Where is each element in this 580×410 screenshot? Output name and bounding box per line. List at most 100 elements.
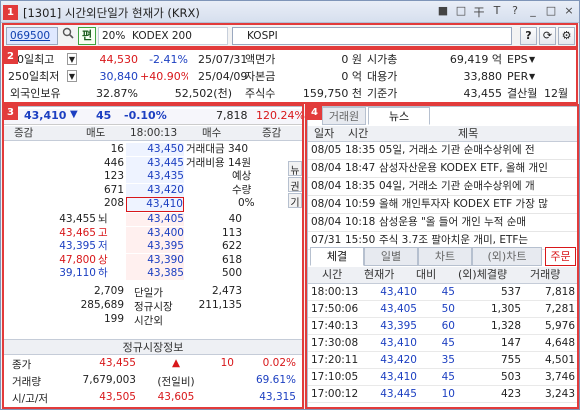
quote-bar: 43,410 ▼ 45 -0.10% 7,818 120.24% — [4, 109, 305, 125]
news-title: 올해 개인투자자 KODEX ETF 가장 많 — [376, 195, 578, 215]
regular-value: 43,455 — [99, 357, 136, 369]
font-icon[interactable]: T — [491, 4, 503, 20]
side-tab-news[interactable]: 뉴 — [288, 161, 302, 177]
volume-rate: 120.24% — [256, 109, 305, 122]
bid-stat-label: 하 — [98, 267, 108, 280]
search-icon[interactable] — [60, 27, 76, 45]
ask-price[interactable]: 43,450 — [126, 143, 184, 156]
news-row[interactable]: 08/04 10:18 삼성운용 "올 들어 개인 누적 순매 — [308, 213, 578, 233]
news-row[interactable]: 08/05 18:35 05일, 거래소 기관 순매수상위에 전 — [308, 142, 578, 161]
tab-brokers[interactable]: 거래원 — [322, 107, 366, 125]
layout-icon[interactable]: 干 — [473, 4, 485, 20]
news-row[interactable]: 08/04 18:35 04일, 거래소 기관 순매수상위에 개 — [308, 177, 578, 197]
trade-fvol: 537 — [458, 284, 524, 301]
pen-button[interactable]: 편 — [78, 27, 96, 45]
eps-dropdown-icon[interactable]: ▼ — [529, 51, 539, 68]
bid-quantity: 618 — [221, 253, 242, 266]
marker-3: 3 — [3, 105, 18, 120]
ask-price[interactable]: 43,410 — [126, 197, 184, 213]
news-row[interactable]: 08/04 10:59 올해 개인투자자 KODEX ETF 가장 많 — [308, 195, 578, 215]
label-fiscal: 결산월 — [507, 87, 538, 100]
regular-rate: 0.02% — [262, 357, 296, 369]
summary-date: 25/07/31 — [198, 53, 248, 66]
bid-price[interactable]: 43,395 — [126, 240, 184, 254]
trade-row: 17:20:11 43,420 35 755 4,501 — [308, 351, 578, 369]
trades-header-time: 시간 — [322, 268, 343, 281]
stock-name-field[interactable]: 20% KODEX 200 — [98, 27, 228, 45]
news-row[interactable]: 08/04 18:47 삼성자산운용 KODEX ETF, 올해 개인 — [308, 159, 578, 179]
regular-change: 10 — [220, 357, 234, 369]
settings-icon[interactable]: ⚙ — [558, 27, 575, 45]
news-time: 10:18 — [342, 213, 376, 233]
side-tab-rights[interactable]: 권 — [288, 177, 302, 193]
regular-value: 43,505 — [99, 391, 136, 403]
news-title: 04일, 거래소 기관 순매수상위에 개 — [376, 177, 578, 197]
dropdown-icon[interactable]: ▼ — [67, 53, 77, 65]
tab-trades[interactable]: 체결 — [310, 247, 364, 266]
trade-vol: 7,818 — [524, 284, 578, 301]
value-substitute: 33,880 — [463, 70, 503, 83]
help-icon[interactable]: ? — [509, 4, 521, 20]
window: [1301] 시간외단일가 현재가 (KRX) ■ □ 干 T ? _ □ × … — [0, 0, 580, 410]
tab-foreign-chart[interactable]: (외)차트 — [472, 247, 542, 266]
ask-quantity: 671 — [103, 183, 124, 196]
ask-price[interactable]: 43,435 — [126, 170, 184, 184]
bid-price[interactable]: 43,385 — [126, 267, 184, 281]
ask-price[interactable]: 43,420 — [126, 183, 184, 197]
side-tabs: 뉴 권 기 — [288, 161, 302, 209]
trade-row: 17:40:13 43,395 60 1,328 5,976 — [308, 317, 578, 335]
tab-chart[interactable]: 차트 — [418, 247, 472, 266]
bid-price[interactable]: 43,400 — [126, 226, 184, 240]
tab-daily[interactable]: 일별 — [364, 247, 418, 266]
trade-vol: 5,976 — [524, 317, 578, 335]
trade-vol: 3,746 — [524, 368, 578, 386]
trade-cost: 거래비용 14원 — [186, 156, 251, 169]
order-button[interactable]: 주문 — [545, 247, 576, 266]
trade-diff: 45 — [420, 368, 458, 386]
per-dropdown-icon[interactable]: ▼ — [529, 68, 539, 85]
trade-price: 43,395 — [362, 317, 420, 335]
bid-price[interactable]: 43,390 — [126, 253, 184, 267]
help-button[interactable]: ? — [520, 27, 537, 45]
value-market-cap: 69,419 억 — [449, 53, 502, 66]
restore-icon[interactable]: □ — [455, 4, 467, 20]
stock-code-input[interactable]: 069500 — [6, 27, 58, 45]
total-label: 시간외 — [134, 315, 163, 327]
regular-title: 정규시장정보 — [4, 339, 302, 355]
marker-2: 2 — [3, 49, 18, 64]
total-label: 정규시장 — [134, 301, 173, 313]
trades-header-price: 현재가 — [364, 268, 395, 281]
bid-quantity: 40 — [228, 213, 242, 225]
trade-time: 17:10:05 — [308, 368, 362, 386]
trade-time: 17:40:13 — [308, 317, 362, 335]
maximize-icon[interactable]: □ — [545, 4, 557, 20]
tab-news[interactable]: 뉴스 — [368, 107, 430, 125]
trade-diff: 60 — [420, 317, 458, 335]
news-header-time: 시간 — [348, 127, 369, 140]
side-tab-other[interactable]: 기 — [288, 193, 302, 209]
regular-value: 7,679,003 — [82, 374, 136, 386]
bid-quantity: 500 — [221, 267, 242, 280]
header-time: 18:00:13 — [130, 127, 178, 139]
close-icon[interactable]: × — [563, 4, 575, 20]
ask-price[interactable]: 43,445 — [126, 156, 184, 170]
trade-price: 43,420 — [362, 351, 420, 369]
trade-time: 18:00:13 — [308, 284, 362, 301]
index-field[interactable]: KOSPI — [232, 27, 512, 45]
refresh-icon[interactable]: ⟳ — [539, 27, 556, 45]
trade-fvol: 147 — [458, 334, 524, 352]
bid-stat-value: 43,455 — [59, 213, 96, 225]
dropdown-icon[interactable]: ▼ — [67, 70, 77, 82]
pin-icon[interactable]: ■ — [437, 4, 449, 20]
header-bid: 매수 — [202, 127, 222, 139]
orderbook-panel: 43,410 ▼ 45 -0.10% 7,818 120.24% 증감 매도 1… — [3, 106, 305, 408]
minimize-icon[interactable]: _ — [527, 4, 539, 20]
trade-fvol: 503 — [458, 368, 524, 386]
bid-price[interactable]: 43,405 — [126, 213, 184, 226]
trades-header-fvol: (외)체결량 — [458, 268, 508, 281]
label-face-value: 액면가 — [245, 53, 276, 66]
trades-header: 시간 현재가 대비 (외)체결량 거래량 — [308, 267, 578, 284]
ask-quantity: 208 — [103, 197, 124, 210]
price-arrow: ▼ — [70, 109, 78, 120]
price-rate: -0.10% — [124, 109, 167, 122]
